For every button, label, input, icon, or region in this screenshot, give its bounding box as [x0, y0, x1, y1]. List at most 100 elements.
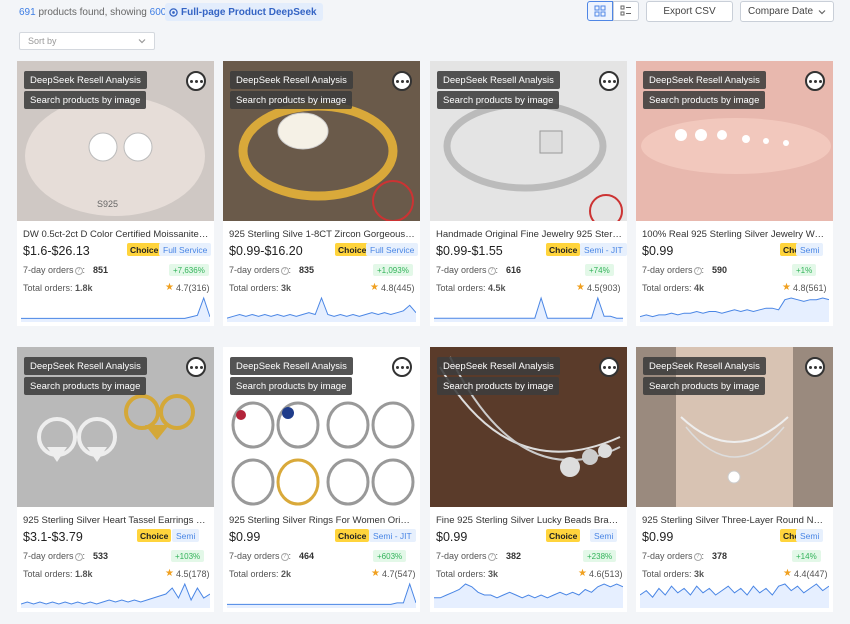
deepseek-icon: [169, 7, 178, 17]
rating-value: 4.7(547): [381, 568, 416, 579]
deepseek-resell-badge[interactable]: DeepSeek Resell Analysis: [230, 357, 353, 375]
rating: ★ 4.8(561): [782, 282, 827, 293]
product-image[interactable]: DeepSeek Resell Analysis Search products…: [636, 61, 833, 221]
product-card-8[interactable]: DeepSeek Resell Analysis Search products…: [636, 347, 833, 612]
total-orders-label: Total orders: 4k: [642, 283, 705, 293]
seven-day-orders: 616: [506, 265, 522, 275]
rating: ★ 4.7(316): [165, 282, 210, 293]
more-options-icon[interactable]: [805, 71, 825, 91]
product-title[interactable]: 925 Sterling Silver Three-Layer Round Ne…: [642, 515, 828, 526]
product-title[interactable]: 925 Sterling Silver Rings For Women Orig…: [229, 515, 415, 526]
total-orders-value: 3k: [281, 283, 292, 293]
product-title[interactable]: Handmade Original Fine Jewelry 925 Sterl…: [436, 229, 622, 240]
product-card-4[interactable]: DeepSeek Resell Analysis Search products…: [636, 61, 833, 326]
choice-badge: Choice: [137, 529, 172, 542]
search-by-image-badge[interactable]: Search products by image: [643, 377, 766, 395]
grid-view-icon: [594, 5, 606, 17]
deepseek-resell-badge[interactable]: DeepSeek Resell Analysis: [230, 71, 353, 89]
product-card-7[interactable]: DeepSeek Resell Analysis Search products…: [430, 347, 627, 612]
product-image[interactable]: DeepSeek Resell Analysis Search products…: [430, 347, 627, 507]
more-options-icon[interactable]: [186, 357, 206, 377]
product-card-5[interactable]: DeepSeek Resell Analysis Search products…: [17, 347, 214, 612]
chevron-down-icon: [138, 39, 146, 44]
deepseek-resell-badge[interactable]: DeepSeek Resell Analysis: [437, 357, 560, 375]
product-price: $1.6-$26.13: [23, 244, 90, 258]
search-by-image-badge[interactable]: Search products by image: [643, 91, 766, 109]
more-options-icon[interactable]: [599, 357, 619, 377]
help-icon[interactable]: ?: [74, 552, 83, 561]
deepseek-label: Full-page Product DeepSeek: [181, 6, 317, 18]
deepseek-resell-badge[interactable]: DeepSeek Resell Analysis: [643, 357, 766, 375]
trend-area: [434, 584, 623, 608]
more-options-icon[interactable]: [599, 71, 619, 91]
search-by-image-badge[interactable]: Search products by image: [230, 377, 353, 395]
product-image[interactable]: DeepSeek Resell Analysis Search products…: [636, 347, 833, 507]
found-count: 691: [19, 7, 36, 18]
total-orders-label: Total orders: 4.5k: [436, 283, 506, 293]
sort-by-select[interactable]: Sort by: [19, 32, 155, 50]
growth-badge: +1,093%: [373, 264, 413, 276]
star-icon: ★: [782, 282, 791, 293]
product-title[interactable]: Fine 925 Sterling Silver Lucky Beads Bra…: [436, 515, 622, 526]
seven-day-label: 7-day orders?:: [23, 551, 86, 561]
list-view-button[interactable]: [613, 1, 639, 21]
more-options-icon[interactable]: [186, 71, 206, 91]
choice-badge: Choice: [127, 243, 162, 256]
total-orders-value: 1.8k: [75, 569, 93, 579]
product-title[interactable]: DW 0.5ct-2ct D Color Certified Moissanit…: [23, 229, 209, 240]
product-card-6[interactable]: DeepSeek Resell Analysis Search products…: [223, 347, 420, 612]
help-icon[interactable]: ?: [693, 552, 702, 561]
growth-badge: +103%: [171, 550, 205, 562]
deepseek-resell-badge[interactable]: DeepSeek Resell Analysis: [24, 357, 147, 375]
help-icon[interactable]: ?: [74, 266, 83, 275]
help-icon[interactable]: ?: [693, 266, 702, 275]
order-trend-chart: [21, 296, 210, 322]
total-orders-label: Total orders: 3k: [229, 283, 292, 293]
choice-badge: Choice: [546, 243, 581, 256]
product-title[interactable]: 100% Real 925 Sterling Silver Jewelry Wo…: [642, 229, 828, 240]
grid-view-button[interactable]: [587, 1, 613, 21]
export-csv-button[interactable]: Export CSV: [646, 1, 733, 22]
deepseek-resell-badge[interactable]: DeepSeek Resell Analysis: [643, 71, 766, 89]
more-options-icon[interactable]: [392, 71, 412, 91]
search-by-image-badge[interactable]: Search products by image: [24, 377, 147, 395]
product-title[interactable]: 925 Sterling Silve 1-8CT Zircon Gorgeous…: [229, 229, 415, 240]
deepseek-resell-badge[interactable]: DeepSeek Resell Analysis: [437, 71, 560, 89]
order-trend-chart: [227, 582, 416, 608]
search-by-image-badge[interactable]: Search products by image: [230, 91, 353, 109]
product-card-3[interactable]: DeepSeek Resell Analysis Search products…: [430, 61, 627, 326]
compare-date-dropdown[interactable]: Compare Date: [740, 1, 834, 22]
more-options-icon[interactable]: [392, 357, 412, 377]
product-title[interactable]: 925 Sterling Silver Heart Tassel Earring…: [23, 515, 209, 526]
total-orders-label: Total orders: 1.8k: [23, 283, 93, 293]
choice-badge: Choice: [335, 529, 370, 542]
service-badge: Full Service: [366, 243, 419, 256]
product-image[interactable]: S925 DeepSeek Resell Analysis Search pro…: [17, 61, 214, 221]
rating: ★ 4.4(447): [783, 568, 828, 579]
search-by-image-badge[interactable]: Search products by image: [437, 91, 560, 109]
growth-badge: +14%: [792, 550, 821, 562]
help-icon[interactable]: ?: [280, 266, 289, 275]
seven-day-label: 7-day orders?:: [436, 265, 499, 275]
search-by-image-badge[interactable]: Search products by image: [437, 377, 560, 395]
product-image[interactable]: DeepSeek Resell Analysis Search products…: [223, 61, 420, 221]
seven-day-orders: 464: [299, 551, 315, 561]
full-page-deepseek-button[interactable]: Full-page Product DeepSeek: [165, 3, 323, 21]
product-image[interactable]: DeepSeek Resell Analysis Search products…: [430, 61, 627, 221]
product-card-1[interactable]: S925 DeepSeek Resell Analysis Search pro…: [17, 61, 214, 326]
product-price: $3.1-$3.79: [23, 530, 83, 544]
service-badge: Full Service: [159, 243, 212, 256]
compare-date-label: Compare Date: [748, 6, 814, 17]
help-icon[interactable]: ?: [280, 552, 289, 561]
trend-area: [227, 298, 416, 322]
product-image[interactable]: DeepSeek Resell Analysis Search products…: [223, 347, 420, 507]
chevron-down-icon: [818, 9, 826, 14]
help-icon[interactable]: ?: [487, 266, 496, 275]
product-image[interactable]: DeepSeek Resell Analysis Search products…: [17, 347, 214, 507]
more-options-icon[interactable]: [805, 357, 825, 377]
deepseek-resell-badge[interactable]: DeepSeek Resell Analysis: [24, 71, 147, 89]
rating: ★ 4.7(547): [371, 568, 416, 579]
product-card-2[interactable]: DeepSeek Resell Analysis Search products…: [223, 61, 420, 326]
help-icon[interactable]: ?: [487, 552, 496, 561]
search-by-image-badge[interactable]: Search products by image: [24, 91, 147, 109]
